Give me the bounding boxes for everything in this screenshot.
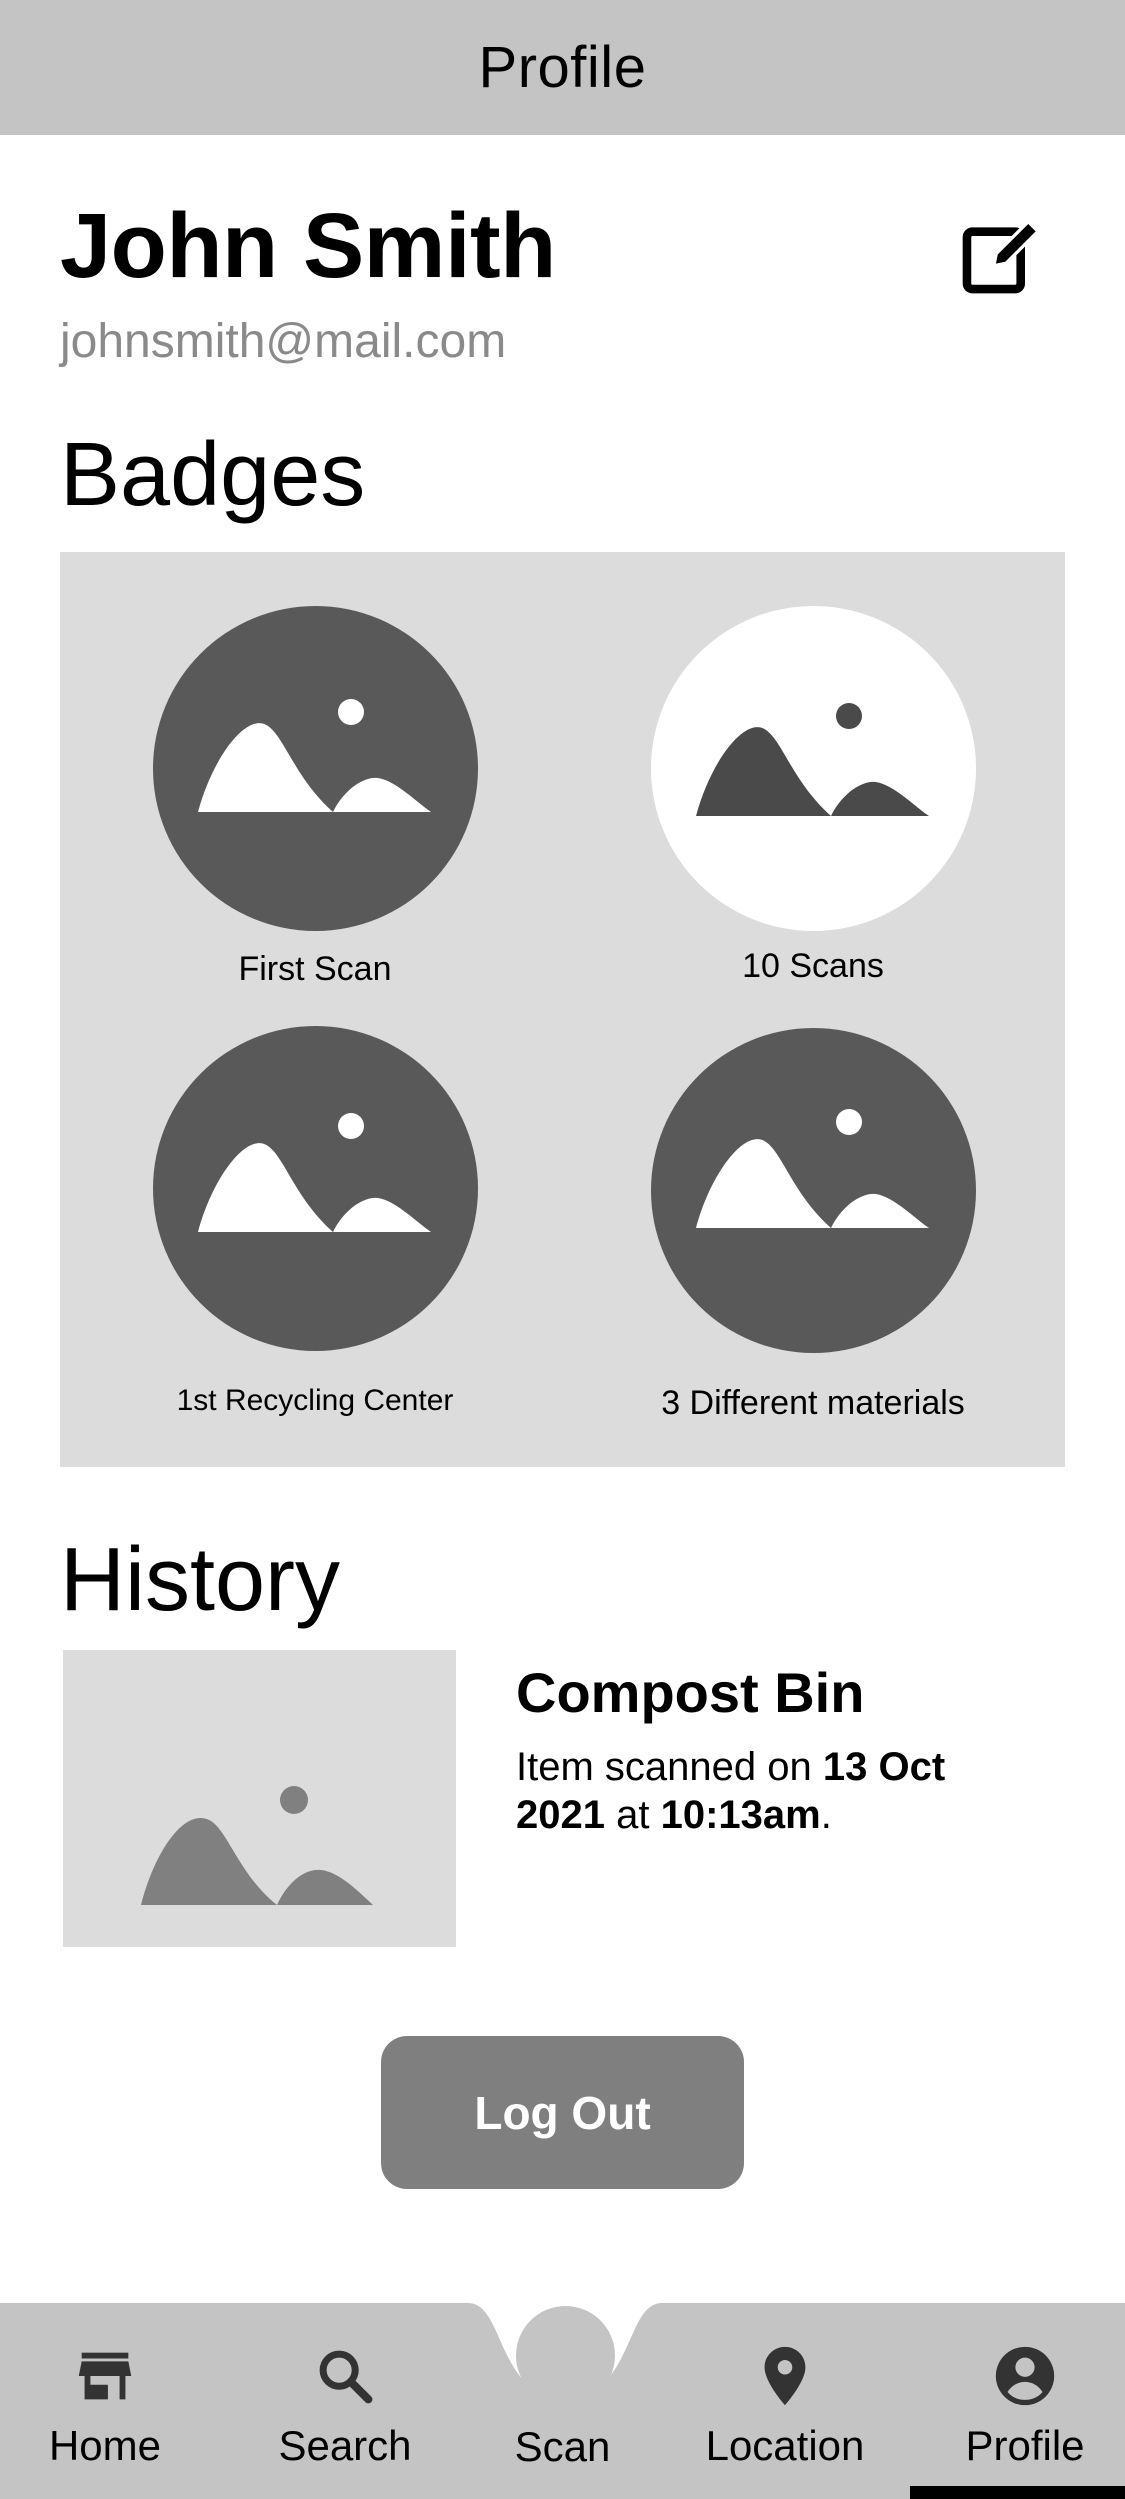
active-tab-indicator [910, 2486, 1125, 2499]
page-title: Profile [478, 35, 647, 100]
account-circle-icon [995, 2346, 1055, 2406]
search-icon [319, 2350, 373, 2404]
history-desc-suffix: . [820, 1793, 832, 1837]
badge-label-10-scans: 10 Scans [742, 947, 884, 985]
image-placeholder-icon [198, 1113, 431, 1232]
history-item-title[interactable]: Compost Bin [516, 1665, 864, 1721]
history-time: 10:13am [660, 1793, 821, 1837]
nav-label-profile: Profile [965, 2422, 1085, 2469]
image-placeholder-icon [696, 1109, 929, 1228]
user-name: John Smith [60, 195, 556, 297]
badge-image-first-scan[interactable] [153, 606, 478, 931]
badges-heading: Badges [60, 425, 366, 525]
history-desc-prefix: Item scanned on [516, 1745, 823, 1789]
badge-label-recycling-center: 1st Recycling Center [176, 1384, 454, 1417]
nav-label-home: Home [48, 2422, 162, 2469]
image-placeholder-icon [696, 703, 929, 816]
edit-profile-button[interactable] [958, 212, 1044, 298]
nav-item-profile[interactable]: Profile [950, 2303, 1100, 2499]
header-bar: Profile [0, 0, 1125, 135]
logout-button[interactable]: Log Out [381, 2036, 744, 2189]
user-email: johnsmith@mail.com [60, 315, 507, 368]
nav-label-location: Location [705, 2422, 865, 2469]
badge-label-first-scan: First Scan [238, 950, 392, 988]
nav-label-search: Search [278, 2422, 412, 2469]
store-icon [78, 2352, 132, 2400]
scan-button[interactable] [516, 2306, 615, 2405]
badge-image-10-scans[interactable] [651, 606, 976, 931]
history-item-description: Item scanned on 13 Oct 2021 at 10:13am. [516, 1743, 1036, 1839]
badge-image-recycling-center[interactable] [153, 1026, 478, 1351]
history-desc-mid: at [604, 1793, 661, 1837]
history-heading: History [60, 1530, 341, 1630]
nav-item-home[interactable]: Home [30, 2303, 180, 2499]
badge-label-different-materials: 3 Different materials [661, 1384, 965, 1422]
history-item-thumbnail[interactable] [63, 1650, 456, 1947]
nav-item-search[interactable]: Search [270, 2303, 420, 2499]
nav-item-location[interactable]: Location [700, 2303, 870, 2499]
edit-icon [962, 219, 1041, 294]
image-placeholder-icon [198, 699, 431, 812]
location-pin-icon [764, 2346, 806, 2406]
image-placeholder-icon [141, 1786, 373, 1905]
badge-image-different-materials[interactable] [651, 1028, 976, 1353]
nav-label-scan[interactable]: Scan [500, 2426, 625, 2468]
badges-grid: First Scan 10 Scans 1st Recycling Center… [60, 552, 1065, 1467]
